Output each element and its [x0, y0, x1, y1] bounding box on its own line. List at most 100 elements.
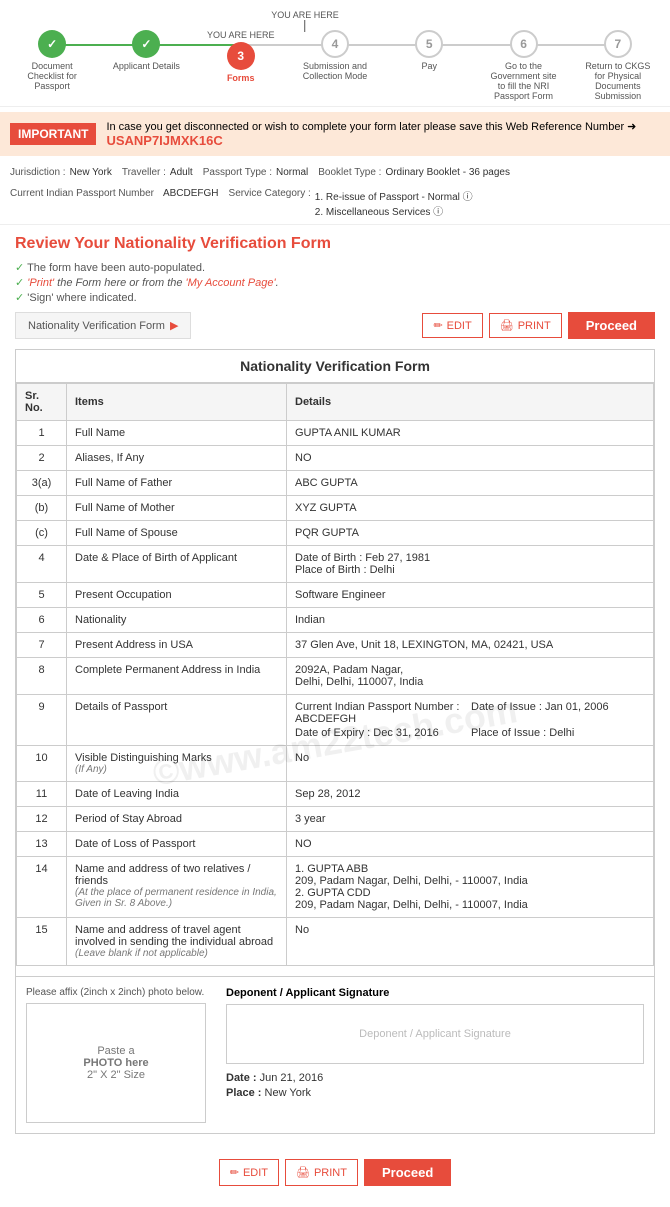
print-icon: 🖨: [500, 319, 514, 332]
table-cell-details: Software Engineer: [287, 583, 654, 608]
table-cell-details: 37 Glen Ave, Unit 18, LEXINGTON, MA, 024…: [287, 633, 654, 658]
table-cell-sr: 8: [17, 658, 67, 695]
edit-icon-bottom: ✏: [230, 1166, 239, 1179]
step-circle-2: ✓: [132, 30, 160, 58]
toolbar-buttons: ✏ EDIT 🖨 PRINT Proceed: [422, 312, 655, 339]
table-cell-sr: (b): [17, 496, 67, 521]
table-cell-sr: 5: [17, 583, 67, 608]
table-row: 5Present OccupationSoftware Engineer: [17, 583, 654, 608]
table-cell-details: ABC GUPTA: [287, 471, 654, 496]
proceed-button-bottom[interactable]: Proceed: [364, 1159, 451, 1186]
table-cell-sr: 6: [17, 608, 67, 633]
page-title: Review Your Nationality Verification For…: [15, 235, 655, 253]
banner-message: In case you get disconnected or wish to …: [106, 120, 660, 148]
table-row: 10Visible Distinguishing Marks(If Any)No: [17, 746, 654, 782]
col-header-sr: Sr. No.: [17, 384, 67, 421]
table-cell-item: Name and address of travel agent involve…: [67, 918, 287, 966]
step-5: 5 Pay: [382, 30, 476, 71]
service-info: Service Category : 1. Re-issue of Passpo…: [229, 188, 473, 218]
table-row: (c)Full Name of SpousePQR GUPTA: [17, 521, 654, 546]
table-cell-details: Date of Birth : Feb 27, 1981Place of Bir…: [287, 546, 654, 583]
step-label-1: Document Checklist for Passport: [17, 61, 87, 91]
table-cell-sr: 15: [17, 918, 67, 966]
table-cell-sr: 12: [17, 807, 67, 832]
table-cell-item: Present Occupation: [67, 583, 287, 608]
info-checklist: The form have been auto-populated. 'Prin…: [15, 261, 655, 304]
step-1: ✓ Document Checklist for Passport: [5, 30, 99, 91]
table-cell-item: Details of Passport: [67, 695, 287, 746]
table-cell-sr: (c): [17, 521, 67, 546]
form-tab-row: Nationality Verification Form ▶ ✏ EDIT 🖨…: [15, 312, 655, 339]
step-4: 4 Submission and Collection Mode: [288, 30, 382, 81]
table-cell-sr: 10: [17, 746, 67, 782]
signature-date: Date : Jun 21, 2016: [226, 1072, 644, 1084]
table-cell-details: NO: [287, 446, 654, 471]
table-row: 7Present Address in USA37 Glen Ave, Unit…: [17, 633, 654, 658]
booklet-info: Booklet Type : Ordinary Booklet - 36 pag…: [318, 167, 510, 178]
table-row: 2Aliases, If AnyNO: [17, 446, 654, 471]
table-row: 9Details of PassportCurrent Indian Passp…: [17, 695, 654, 746]
info-bar: Jurisdiction : New York Traveller : Adul…: [0, 161, 670, 225]
checklist-item-2: 'Print' the Form here or from the 'My Ac…: [15, 276, 655, 289]
table-cell-item: Full Name of Mother: [67, 496, 287, 521]
passport-number-info: Current Indian Passport Number ABCDEFGH: [10, 188, 219, 218]
table-cell-sr: 7: [17, 633, 67, 658]
table-cell-sr: 14: [17, 857, 67, 918]
table-cell-item: Date of Loss of Passport: [67, 832, 287, 857]
important-tag: IMPORTANT: [10, 123, 96, 145]
table-cell-details: 2092A, Padam Nagar,Delhi, Delhi, 110007,…: [287, 658, 654, 695]
table-cell-item: Name and address of two relatives / frie…: [67, 857, 287, 918]
table-cell-item: Visible Distinguishing Marks(If Any): [67, 746, 287, 782]
checklist-item-3: 'Sign' where indicated.: [15, 291, 655, 304]
step-label-4: Submission and Collection Mode: [300, 61, 370, 81]
reference-number: USANP7IJMXK16C: [106, 133, 222, 148]
table-cell-details: No: [287, 746, 654, 782]
table-cell-item: Aliases, If Any: [67, 446, 287, 471]
table-cell-details: PQR GUPTA: [287, 521, 654, 546]
table-cell-sr: 3(a): [17, 471, 67, 496]
table-cell-item: Full Name: [67, 421, 287, 446]
jurisdiction-info: Jurisdiction : New York: [10, 167, 112, 178]
col-header-details: Details: [287, 384, 654, 421]
table-cell-sr: 11: [17, 782, 67, 807]
print-button-bottom[interactable]: 🖨 PRINT: [285, 1159, 358, 1186]
table-cell-details: XYZ GUPTA: [287, 496, 654, 521]
table-row: 15Name and address of travel agent invol…: [17, 918, 654, 966]
step-circle-7: 7: [604, 30, 632, 58]
step-circle-4: 4: [321, 30, 349, 58]
print-button[interactable]: 🖨 PRINT: [489, 313, 562, 338]
table-cell-details: No: [287, 918, 654, 966]
table-cell-details: 3 year: [287, 807, 654, 832]
table-cell-item: Nationality: [67, 608, 287, 633]
table-cell-sr: 1: [17, 421, 67, 446]
edit-button[interactable]: ✏ EDIT: [422, 313, 482, 338]
table-row: 14Name and address of two relatives / fr…: [17, 857, 654, 918]
form-container: ©www.am22tech.com Nationality Verificati…: [15, 349, 655, 1134]
nationality-verification-tab[interactable]: Nationality Verification Form ▶: [15, 312, 191, 339]
edit-button-bottom[interactable]: ✏ EDIT: [219, 1159, 279, 1186]
toolbar-bottom: ✏ EDIT 🖨 PRINT Proceed: [15, 1149, 655, 1196]
step-label-5: Pay: [422, 61, 438, 71]
table-cell-item: Date & Place of Birth of Applicant: [67, 546, 287, 583]
table-row: 8Complete Permanent Address in India2092…: [17, 658, 654, 695]
table-cell-sr: 2: [17, 446, 67, 471]
step-label-2: Applicant Details: [113, 61, 180, 71]
signature-label: Deponent / Applicant Signature: [226, 987, 644, 999]
proceed-button-top[interactable]: Proceed: [568, 312, 655, 339]
step-label-7: Return to CKGS for Physical Documents Su…: [583, 61, 653, 101]
table-cell-details: 1. GUPTA ABB209, Padam Nagar, Delhi, Del…: [287, 857, 654, 918]
table-row: 3(a)Full Name of FatherABC GUPTA: [17, 471, 654, 496]
signature-box: Deponent / Applicant Signature Deponent …: [226, 987, 644, 1123]
table-row: 1Full NameGUPTA ANIL KUMAR: [17, 421, 654, 446]
table-cell-details: GUPTA ANIL KUMAR: [287, 421, 654, 446]
step-circle-3: 3: [227, 42, 255, 70]
tab-arrow-icon: ▶: [170, 319, 178, 332]
table-cell-sr: 4: [17, 546, 67, 583]
photo-box: Paste a PHOTO here 2" X 2" Size: [26, 1003, 206, 1123]
step-label-3: Forms: [227, 73, 255, 83]
table-cell-item: Period of Stay Abroad: [67, 807, 287, 832]
table-cell-details: Current Indian Passport Number : ABCDEFG…: [287, 695, 654, 746]
signature-place: Place : New York: [226, 1087, 644, 1099]
table-cell-sr: 9: [17, 695, 67, 746]
col-header-items: Items: [67, 384, 287, 421]
